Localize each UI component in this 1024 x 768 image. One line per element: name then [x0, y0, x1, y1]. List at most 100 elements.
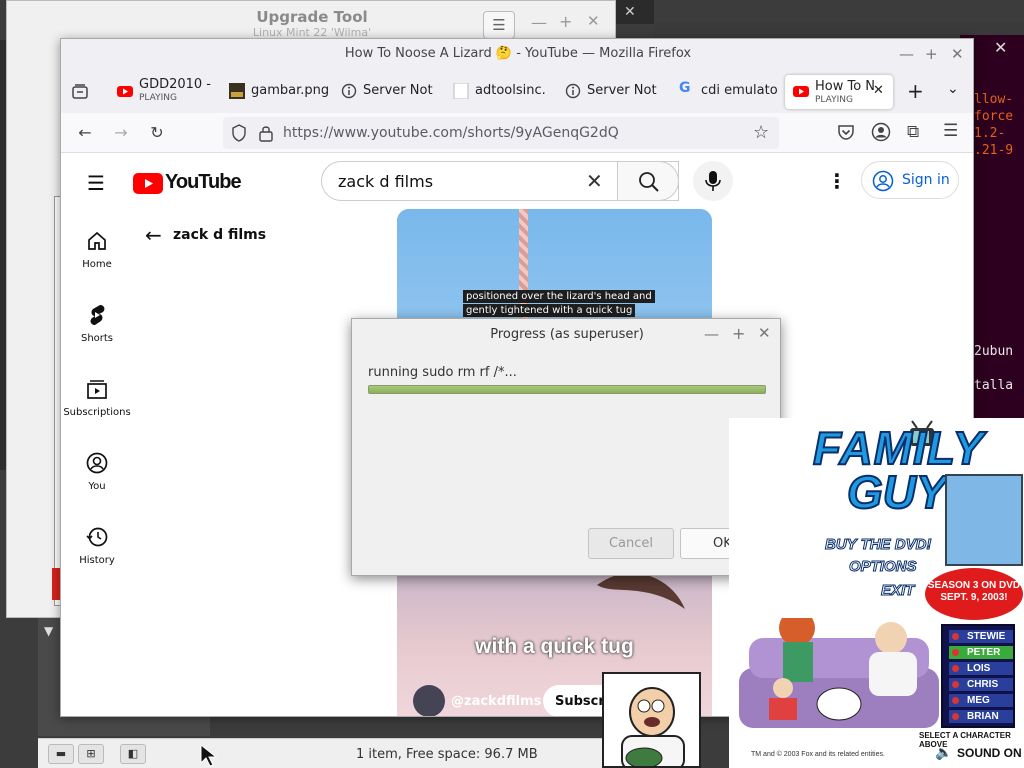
navigation-toolbar: ← → ↻ https://www.youtube.com/shorts/9yA… [61, 113, 973, 153]
tab[interactable]: G cdi emulato [679, 75, 779, 109]
tab[interactable]: adtoolsinc. [453, 75, 553, 109]
sidebar-item-label: You [88, 481, 106, 492]
home-icon [85, 229, 109, 253]
back-icon[interactable]: ← [75, 123, 95, 143]
shorts-icon [85, 303, 109, 327]
sidebar-toggle-button[interactable]: ◧ [120, 744, 146, 764]
tab[interactable]: Server Not [565, 75, 665, 109]
peter-griffin-animation [602, 672, 701, 768]
search-button[interactable] [617, 161, 679, 201]
reload-icon[interactable]: ↻ [147, 123, 167, 143]
character-stewie[interactable]: STEWIE [949, 630, 1013, 643]
video-overlay-text: with a quick tug [475, 635, 634, 658]
tab-label: GDD2010 - [139, 77, 212, 92]
close-tab-icon[interactable]: ✕ [873, 83, 884, 98]
progress-fill [369, 386, 765, 393]
family-guy-logo-line: FAMILY [812, 422, 985, 474]
forward-icon[interactable]: → [111, 123, 131, 143]
info-icon [565, 83, 581, 99]
close-icon[interactable]: ✕ [951, 45, 964, 63]
minimize-icon[interactable]: — [531, 13, 547, 32]
guide-menu-icon[interactable]: ☰ [87, 171, 105, 195]
voice-search-button[interactable] [693, 161, 733, 201]
back-arrow-icon[interactable]: ← [145, 223, 162, 247]
blank-page-icon [453, 83, 469, 99]
upgrade-tool-red-button[interactable] [52, 568, 60, 600]
character-brian[interactable]: BRIAN [949, 710, 1013, 723]
tab[interactable]: GDD2010 - PLAYING [117, 75, 215, 109]
minimize-icon[interactable]: — [899, 45, 914, 63]
firefox-titlebar: How To Noose A Lizard 🤔 - YouTube — Mozi… [61, 39, 973, 69]
tab[interactable]: Server Not [341, 75, 441, 109]
maximize-icon[interactable]: + [925, 45, 938, 63]
window-title: Upgrade Tool [256, 8, 368, 26]
microphone-icon [705, 170, 721, 192]
channel-name[interactable]: @zackdfilms [451, 694, 541, 709]
close-icon[interactable]: ✕ [994, 38, 1007, 57]
new-tab-icon[interactable]: + [907, 79, 927, 113]
dvd-box-art [945, 474, 1023, 566]
terminal-line: talla [974, 378, 1014, 393]
sidebar-item-subscriptions[interactable]: Subscriptions [61, 377, 133, 418]
menu-button[interactable]: ☰ [483, 11, 515, 39]
exit-button[interactable]: EXIT [880, 582, 914, 600]
search-input[interactable]: zack d films [338, 172, 433, 191]
dialog-message: running sudo rm rf /*... [368, 365, 517, 380]
cancel-button[interactable]: Cancel [588, 528, 674, 559]
bookmark-star-icon[interactable]: ☆ [753, 122, 769, 143]
speaker-icon[interactable]: 🔈 [935, 744, 952, 761]
family-couch-illustration [739, 618, 939, 728]
youtube-favicon-icon [117, 83, 133, 99]
lock-icon[interactable] [259, 124, 273, 142]
mouse-cursor [200, 744, 218, 767]
sign-in-button[interactable]: Sign in [861, 161, 959, 199]
extensions-icon[interactable]: ⧉ [907, 122, 919, 142]
places-toggle-button[interactable]: ▬ [48, 744, 74, 764]
video-caption-line: positioned over the lizard's head and [463, 290, 655, 303]
sound-toggle[interactable]: SOUND ON [957, 746, 1022, 760]
account-icon[interactable] [871, 122, 891, 142]
close-icon[interactable]: ✕ [587, 12, 600, 30]
progress-bar [368, 385, 766, 394]
chevron-down-icon[interactable]: ⌄ [947, 81, 967, 115]
firefox-view-icon[interactable] [71, 75, 101, 109]
tab-label: How To N [815, 79, 876, 94]
tab-active[interactable]: How To N PLAYING ✕ [785, 75, 893, 109]
tree-toggle-button[interactable]: ⊞ [78, 744, 104, 764]
channel-avatar[interactable] [413, 685, 445, 716]
pocket-icon[interactable] [837, 123, 855, 141]
options-button[interactable]: OPTIONS [849, 558, 918, 576]
character-peter[interactable]: PETER [949, 646, 1013, 659]
terminal-line: llow- [974, 92, 1014, 107]
window-title: How To Noose A Lizard 🤔 - YouTube — Mozi… [344, 46, 692, 61]
tab[interactable]: gambar.png [229, 75, 329, 109]
tab-label: Server Not [363, 83, 433, 98]
youtube-logo-text[interactable]: YouTube [165, 171, 242, 194]
character-lois[interactable]: LOIS [949, 662, 1013, 675]
close-icon[interactable]: ✕ [758, 324, 771, 342]
maximize-icon[interactable]: + [732, 324, 745, 343]
close-icon[interactable]: ✕ [624, 4, 636, 20]
clear-search-icon[interactable]: ✕ [586, 169, 603, 193]
youtube-logo-icon[interactable] [133, 173, 163, 194]
maximize-icon[interactable]: + [559, 12, 572, 31]
tab-label: Server Not [587, 83, 657, 98]
expand-arrow-icon[interactable]: ▼ [44, 624, 53, 638]
back-label[interactable]: zack d films [173, 227, 266, 243]
sidebar-item-shorts[interactable]: Shorts [61, 303, 133, 344]
shield-icon[interactable] [231, 124, 247, 142]
minimize-icon[interactable]: — [704, 325, 719, 343]
account-circle-icon [872, 170, 894, 192]
character-chris[interactable]: CHRIS [949, 678, 1013, 691]
buy-dvd-button[interactable]: BUY THE DVD! [824, 536, 931, 554]
sidebar-item-you[interactable]: You [61, 451, 133, 492]
character-meg[interactable]: MEG [949, 694, 1013, 707]
url-text: https://www.youtube.com/shorts/9yAGenqG2… [283, 125, 619, 141]
info-icon [341, 83, 357, 99]
more-options-icon[interactable]: ⋮ [827, 169, 847, 193]
sidebar-item-home[interactable]: Home [61, 229, 133, 270]
sidebar-item-history[interactable]: History [61, 525, 133, 566]
hamburger-menu-icon[interactable]: ☰ [943, 121, 958, 141]
family-guy-logo-line: GUY [846, 466, 948, 518]
url-bar[interactable]: https://www.youtube.com/shorts/9yAGenqG2… [223, 117, 779, 149]
